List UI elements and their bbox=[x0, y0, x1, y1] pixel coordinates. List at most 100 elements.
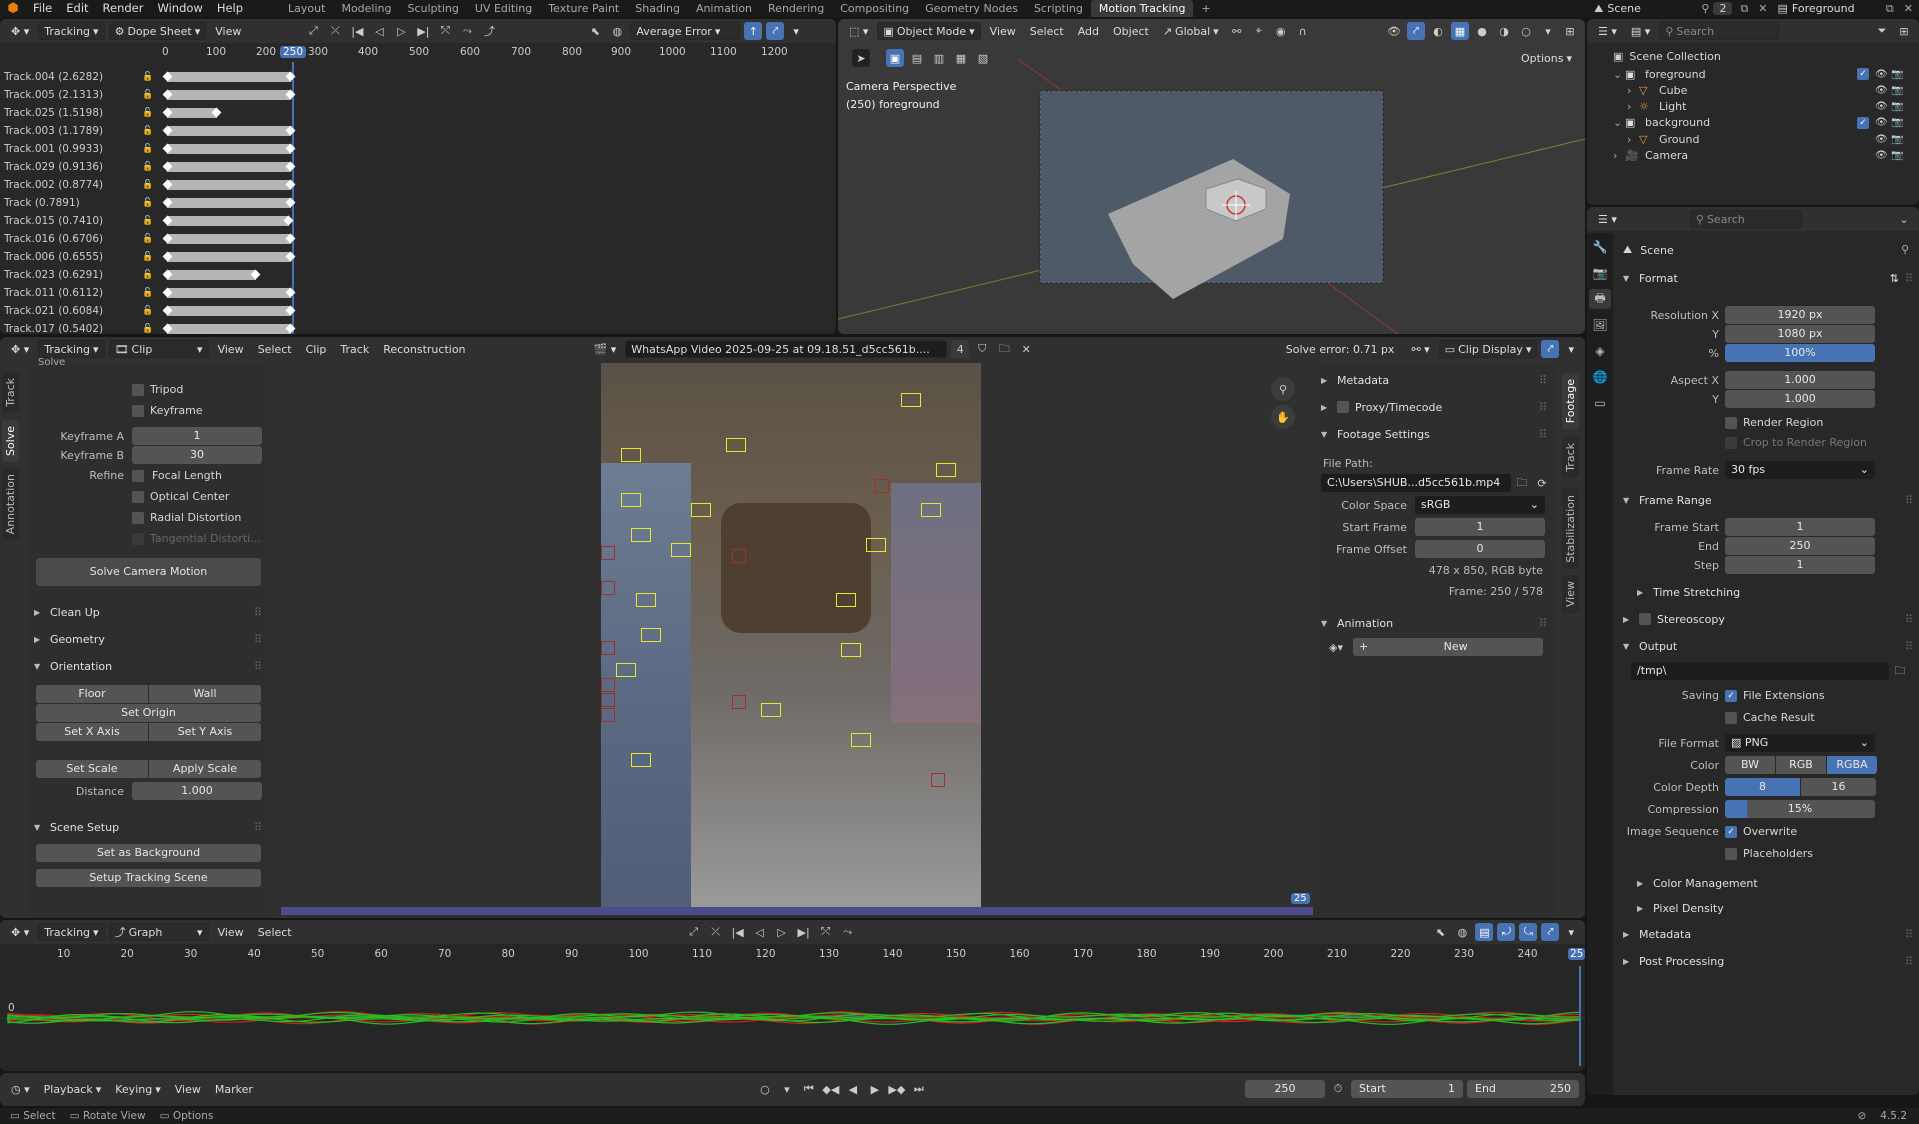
auto-keying-icon[interactable]: ○ bbox=[756, 1080, 774, 1098]
visibility-icon[interactable]: 👁 bbox=[1875, 150, 1891, 161]
keyframe-end-marker[interactable] bbox=[285, 179, 296, 190]
track-keyframe-bar[interactable] bbox=[162, 179, 296, 191]
disabled-track-marker[interactable] bbox=[732, 549, 746, 563]
panel-scene-setup[interactable]: ▼ Scene Setup ⠿ bbox=[34, 816, 262, 838]
depth-16-button[interactable]: 16 bbox=[1801, 778, 1876, 796]
render-visibility-icon[interactable]: 📷 bbox=[1891, 117, 1907, 128]
track-marker[interactable] bbox=[726, 438, 746, 452]
set-y-axis-button[interactable]: Set Y Axis bbox=[149, 723, 261, 741]
drag-handle-icon[interactable]: ⠿ bbox=[1905, 928, 1913, 941]
presets-icon[interactable]: ⇅ bbox=[1890, 272, 1899, 285]
filter-icon[interactable]: ⤲ bbox=[436, 22, 454, 40]
refine-tangential-checkbox[interactable] bbox=[132, 532, 144, 545]
set-origin-button[interactable]: Set Origin bbox=[36, 704, 261, 722]
sort-method-dropdown[interactable]: Average Error ▾ bbox=[630, 22, 741, 40]
lock-icon[interactable]: 🔓 bbox=[142, 162, 153, 172]
lock-icon[interactable]: 🔓 bbox=[142, 126, 153, 136]
editor-type-icon[interactable]: ☰ ▾ bbox=[1593, 210, 1622, 228]
refine-focal-checkbox[interactable] bbox=[132, 469, 144, 482]
clip-scrubber[interactable] bbox=[281, 907, 1313, 915]
gizmo-icon[interactable]: ⤤ bbox=[1541, 340, 1560, 358]
keyframe-end-marker[interactable] bbox=[285, 233, 296, 244]
lock-icon[interactable]: 🔓 bbox=[142, 90, 153, 100]
current-frame-indicator[interactable]: 250 bbox=[280, 46, 307, 58]
stopwatch-icon[interactable]: ⏱ bbox=[1329, 1080, 1347, 1098]
sort-order-icon[interactable]: ↑ bbox=[744, 22, 763, 40]
clip-browse-icon[interactable]: 🎬 ▾ bbox=[589, 340, 622, 358]
keyframe-end-marker[interactable] bbox=[285, 71, 296, 82]
display-mode-icon[interactable]: ▤ ▾ bbox=[1626, 22, 1655, 40]
workspace-tab-shading[interactable]: Shading bbox=[627, 0, 688, 17]
render-region-row[interactable]: Render Region bbox=[1725, 416, 1823, 429]
menu-file[interactable]: File bbox=[26, 0, 59, 17]
menu-edit[interactable]: Edit bbox=[59, 0, 95, 17]
wall-button[interactable]: Wall bbox=[149, 685, 261, 703]
show-hidden-icon[interactable]: ◍ bbox=[608, 22, 626, 40]
output-path-field[interactable]: /tmp\ bbox=[1631, 662, 1889, 680]
crop-row[interactable]: Crop to Render Region bbox=[1725, 436, 1867, 449]
keyframe-end-marker[interactable] bbox=[250, 269, 261, 280]
color-space-dropdown[interactable]: sRGB ⌄ bbox=[1415, 496, 1545, 514]
overwrite-checkbox[interactable]: ✓ bbox=[1725, 825, 1737, 838]
track-keyframe-bar[interactable] bbox=[162, 71, 296, 83]
tab-annotation[interactable]: Annotation bbox=[2, 468, 19, 541]
editor-type-icon[interactable]: ✥ ▾ bbox=[6, 923, 34, 941]
lock-icon[interactable]: 🔓 bbox=[142, 234, 153, 244]
menu-render[interactable]: Render bbox=[96, 0, 151, 17]
track-marker[interactable] bbox=[841, 643, 861, 657]
file-extensions-checkbox[interactable]: ✓ bbox=[1725, 689, 1737, 702]
drag-handle-icon[interactable]: ⠿ bbox=[1539, 428, 1547, 441]
menu-view[interactable]: View bbox=[170, 1080, 206, 1098]
end-frame-field[interactable]: End 250 bbox=[1467, 1080, 1579, 1098]
visibility-icon[interactable]: 👁 bbox=[1875, 69, 1891, 80]
scene-tab-icon[interactable]: ◈ bbox=[1589, 341, 1611, 361]
hand-pan-icon[interactable]: ✋ bbox=[1271, 405, 1295, 429]
remove-view-layer-icon[interactable]: ✕ bbox=[1898, 2, 1919, 15]
tripod-row[interactable]: Tripod bbox=[132, 383, 183, 396]
menu-track[interactable]: Track bbox=[335, 340, 374, 358]
track-marker[interactable] bbox=[636, 593, 656, 607]
panel-clean-up[interactable]: ▶ Clean Up ⠿ bbox=[34, 601, 262, 623]
placeholders-checkbox[interactable] bbox=[1725, 847, 1737, 860]
keyframe-start-marker[interactable] bbox=[162, 305, 173, 316]
keyframe-row[interactable]: Keyframe bbox=[132, 404, 203, 417]
snap-dropdown-icon[interactable]: ▾ bbox=[1563, 923, 1579, 941]
drag-handle-icon[interactable]: ⠿ bbox=[254, 821, 262, 834]
render-visibility-icon[interactable]: 📷 bbox=[1891, 101, 1907, 112]
subpanel-color-management[interactable]: ▶ Color Management bbox=[1637, 872, 1913, 894]
track-row[interactable]: Track.017 (0.5402) 🔓 bbox=[4, 322, 300, 334]
filter-icon[interactable]: ⏷ bbox=[1873, 22, 1891, 40]
menu-select[interactable]: Select bbox=[253, 923, 297, 941]
color-bw-button[interactable]: BW bbox=[1725, 756, 1775, 774]
track-keyframe-bar[interactable] bbox=[162, 287, 296, 299]
workspace-tab-animation[interactable]: Animation bbox=[688, 0, 760, 17]
outliner-search-input[interactable]: ⚲ Search bbox=[1659, 22, 1780, 40]
clip-view[interactable]: ⚲ ✋ 25 bbox=[271, 363, 1313, 918]
disabled-track-marker[interactable] bbox=[601, 581, 615, 595]
jump-to-end-icon[interactable]: ⏭ bbox=[910, 1080, 928, 1098]
track-row[interactable]: Track.029 (0.9136) 🔓 bbox=[4, 160, 300, 175]
keyframe-end-marker[interactable] bbox=[285, 161, 296, 172]
track-row[interactable]: Track.004 (2.6282) 🔓 bbox=[4, 70, 300, 85]
lock-icon[interactable]: 🔓 bbox=[142, 324, 153, 334]
keyframe-end-marker[interactable] bbox=[285, 89, 296, 100]
depth-8-button[interactable]: 8 bbox=[1725, 778, 1800, 796]
track-row[interactable]: Track.005 (2.1313) 🔓 bbox=[4, 88, 300, 103]
subpanel-time-stretching[interactable]: ▶ Time Stretching bbox=[1637, 581, 1913, 603]
editor-type-icon[interactable]: ◷ ▾ bbox=[6, 1080, 35, 1098]
track-marker[interactable] bbox=[631, 528, 651, 542]
keyframe-start-marker[interactable] bbox=[162, 287, 173, 298]
file-path-field[interactable]: C:\Users\SHUB...d5cc561b.mp4 bbox=[1321, 474, 1511, 492]
tab-solve[interactable]: Solve bbox=[2, 420, 19, 463]
keying-dropdown-icon[interactable]: ▾ bbox=[778, 1080, 796, 1098]
resolution-percentage-field[interactable]: 100% bbox=[1725, 344, 1875, 362]
new-action-button[interactable]: + New bbox=[1353, 638, 1543, 656]
workspace-tab-rendering[interactable]: Rendering bbox=[760, 0, 832, 17]
keyframe-start-marker[interactable] bbox=[162, 269, 173, 280]
frame-step-field[interactable]: 1 bbox=[1725, 556, 1875, 574]
track-keyframe-bar[interactable] bbox=[162, 269, 261, 281]
keyframe-end-marker[interactable] bbox=[285, 143, 296, 154]
keyframe-start-marker[interactable] bbox=[162, 323, 173, 334]
lock-icon[interactable]: 🔓 bbox=[142, 216, 153, 226]
copy-view-layer-icon[interactable]: ⧉ bbox=[1882, 2, 1898, 16]
